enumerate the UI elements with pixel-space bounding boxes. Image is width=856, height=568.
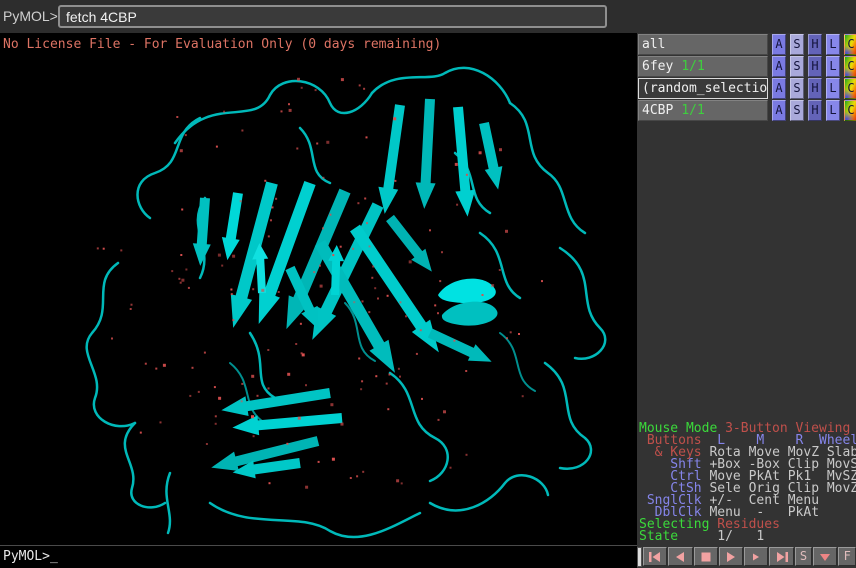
rock-button[interactable] [813,547,837,566]
action-button[interactable]: A [772,78,786,99]
step-back-button[interactable] [668,547,692,566]
object-row: 6fey1/1 A S H L C [638,56,856,77]
hide-button[interactable]: H [808,78,822,99]
pymol-window: PyMOL> [0,0,856,568]
hide-button[interactable]: H [808,100,822,121]
hide-button[interactable]: H [808,56,822,77]
object-row: all A S H L C [638,34,856,55]
fullscreen-button[interactable]: F [838,547,856,566]
action-button[interactable]: A [772,100,786,121]
state-line: State 1/ 1 [639,531,856,543]
action-button[interactable]: A [772,56,786,77]
object-row: 4CBP1/1 A S H L C [638,100,856,121]
play-button[interactable] [719,547,743,566]
show-button[interactable]: S [790,34,804,55]
command-bar: PyMOL> [0,0,856,33]
label-button[interactable]: L [826,78,840,99]
action-button[interactable]: A [772,34,786,55]
color-button[interactable]: C [844,100,856,121]
license-notice: No License File - For Evaluation Only (0… [3,37,441,52]
go-to-start-button[interactable] [643,547,667,566]
show-button[interactable]: S [790,78,804,99]
step-forward-button[interactable] [744,547,768,566]
mouse-legend: Mouse Mode 3-Button Viewing Buttons L M … [639,423,856,543]
helix [438,279,497,326]
viewport-3d[interactable]: No License File - For Evaluation Only (0… [0,33,637,568]
command-prompt-label: PyMOL> [3,0,58,33]
scene-button[interactable]: S [795,547,813,566]
label-button[interactable]: L [826,56,840,77]
color-button[interactable]: C [844,56,856,77]
object-name-all[interactable]: all [638,34,768,55]
playback-bar: S F [637,546,856,568]
color-button[interactable]: C [844,34,856,55]
label-button[interactable]: L [826,34,840,55]
hide-button[interactable]: H [808,34,822,55]
protein-structure [0,33,637,545]
label-button[interactable]: L [826,100,840,121]
stop-button[interactable] [694,547,718,566]
command-input[interactable] [58,5,607,28]
color-button[interactable]: C [844,78,856,99]
go-to-end-button[interactable] [769,547,793,566]
show-button[interactable]: S [790,56,804,77]
show-button[interactable]: S [790,100,804,121]
panel-grip[interactable] [637,547,642,567]
object-name-random-selection[interactable]: (random_selectio [638,78,768,99]
object-row: (random_selectio A S H L C [638,78,856,99]
object-name-4cbp[interactable]: 4CBP1/1 [638,100,768,121]
side-panel: all A S H L C 6fey1/1 A S H L C (random_… [637,33,856,568]
viewport-divider [0,545,637,546]
viewport-prompt: PyMOL>_ [3,549,58,564]
object-name-6fey[interactable]: 6fey1/1 [638,56,768,77]
